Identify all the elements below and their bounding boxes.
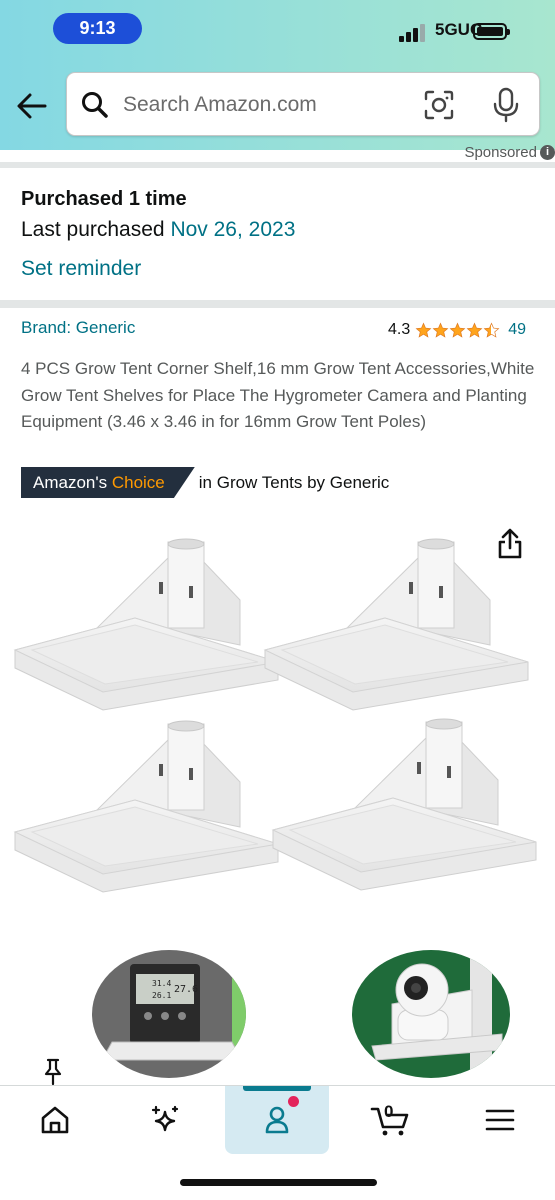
badge-highlight: Choice [111,473,165,492]
rating-value: 4.3 [388,321,411,338]
back-button[interactable] [14,88,50,124]
hygrometer-reading-3: 26.1 [152,991,171,1000]
brand-link[interactable]: Brand: Generic [21,318,135,338]
status-time: 9:13 [53,13,142,44]
tab-menu[interactable] [448,1086,552,1154]
home-indicator [180,1179,377,1186]
pin-icon[interactable] [42,1058,64,1086]
signal-icon [399,24,429,42]
menu-icon [485,1109,515,1131]
hygrometer-thumbnail[interactable]: 31.4 27.6 26.1 [92,950,246,1078]
star-icon [466,322,483,338]
hygrometer-reading-1: 31.4 [152,979,171,988]
cart-count: 0 [384,1102,394,1121]
search-icon [82,92,108,118]
search-input[interactable] [123,88,413,122]
review-count[interactable]: 49 [508,321,526,339]
star-icon [449,322,466,338]
last-purchased-date[interactable]: Nov 26, 2023 [170,218,295,241]
badge-prefix: Amazon's [33,473,108,492]
product-title: 4 PCS Grow Tent Corner Shelf,16 mm Grow … [21,359,535,431]
home-icon [41,1106,69,1134]
star-rating [415,322,500,339]
shelf-item [13,538,279,711]
notification-dot [288,1096,299,1107]
star-icon [432,322,449,338]
tab-home[interactable] [3,1086,107,1154]
search-bar[interactable] [66,72,540,136]
purchase-history: Purchased 1 time Last purchased Nov 26, … [0,168,555,304]
status-bar: 9:13 5GUC [0,0,555,60]
camera-search-icon[interactable] [423,89,455,121]
account-icon [265,1106,289,1134]
microphone-icon[interactable] [491,87,521,123]
last-purchased: Last purchased Nov 26, 2023 [21,218,295,242]
sponsored-strip: Sponsored i [0,144,555,168]
header: 9:13 5GUC [0,0,555,150]
set-reminder-link[interactable]: Set reminder [21,257,141,281]
arrow-left-icon [17,93,47,119]
product-image[interactable] [0,530,555,910]
purchased-times: Purchased 1 time [21,188,187,210]
badge-category: in Grow Tents by Generic [198,472,390,492]
camera-thumbnail[interactable] [352,950,510,1078]
tab-account[interactable] [225,1086,329,1154]
amazons-choice-row: Amazon's Choice in Grow Tents by Generic [21,467,389,498]
battery-icon [473,23,510,40]
hygrometer-reading-2: 27.6 [174,984,198,995]
star-half-icon [483,322,500,338]
star-icon [415,322,432,338]
amazons-choice-badge: Amazon's Choice [21,467,195,498]
tab-rufus[interactable] [113,1086,217,1154]
info-icon[interactable]: i [540,145,555,160]
rating-summary[interactable]: 4.3 49 [388,320,526,340]
sparkle-icon [151,1105,179,1132]
last-purchased-label: Last purchased [21,218,165,241]
sponsored-label: Sponsored [464,144,537,161]
section-divider [0,300,555,308]
